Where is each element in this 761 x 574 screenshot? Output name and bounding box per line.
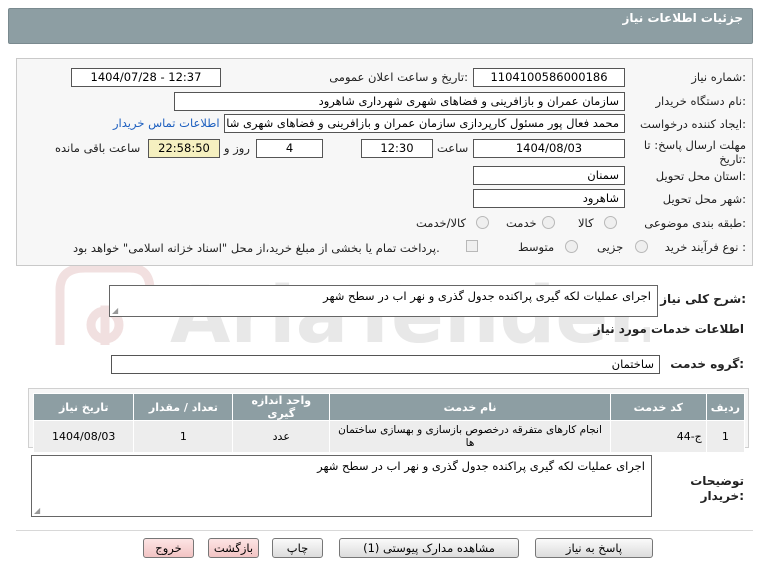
cell-code: ج-44 [609, 420, 707, 453]
cell-date: 1404/08/03 [32, 420, 135, 453]
summary-label: شرح کلی نیاز: [660, 292, 746, 306]
remaining-time-label: ساعت باقی مانده [55, 141, 141, 155]
remaining-time-field: 22:58:50 [148, 139, 220, 158]
page-title: جزئیات اطلاعات نیاز [622, 11, 743, 25]
table-header-row: ردیف کد خدمت نام خدمت واحد اندازه گیری ت… [32, 393, 746, 421]
treasury-payment-note: پرداخت تمام یا بخشی از مبلغ خرید،از محل … [73, 241, 440, 255]
buyer-contact-link[interactable]: اطلاعات تماس خریدار [113, 116, 220, 130]
treasury-payment-checkbox[interactable] [466, 240, 478, 252]
announce-label: تاریخ و ساعت اعلان عمومی: [329, 70, 468, 84]
process-medium-label: متوسط [518, 240, 555, 254]
process-medium-radio[interactable] [565, 240, 578, 253]
deadline-hour-label: ساعت [437, 141, 469, 155]
category-goods-label: کالا [578, 216, 594, 230]
deadline-time-field: 12:30 [361, 139, 433, 158]
city-field: شاهرود [473, 189, 625, 208]
deadline-date-label: تاریخ: [719, 152, 746, 166]
need-number-field: 1104100586000186 [473, 68, 625, 87]
service-group-field: ساختمان [111, 355, 660, 374]
resize-grip-icon[interactable]: ◢ [112, 306, 118, 315]
buyer-org-field: سازمان عمران و بازافرینی و فضاهای شهری ش… [174, 92, 625, 111]
need-number-label: شماره نیاز: [691, 70, 746, 84]
col-code-header: کد خدمت [609, 393, 707, 421]
deadline-label: مهلت ارسال پاسخ: تا [643, 138, 746, 152]
requester-field: محمد فعال پور مسئول کارپردازی سازمان عمر… [224, 114, 625, 133]
cell-row: 1 [705, 420, 746, 453]
requester-label: ایجاد کننده درخواست: [640, 117, 746, 131]
buyer-org-label: نام دستگاه خریدار: [655, 94, 746, 108]
exit-button[interactable]: خروج [143, 538, 194, 558]
category-goods-service-radio[interactable] [476, 216, 489, 229]
category-label: طبقه بندی موضوعی: [644, 216, 746, 230]
process-minor-radio[interactable] [635, 240, 648, 253]
col-name-header: نام خدمت [329, 393, 611, 421]
announce-datetime-field: 1404/07/28 - 12:37 [71, 68, 221, 87]
reply-button[interactable]: پاسخ به نیاز [535, 538, 653, 558]
col-date-header: تاریخ نیاز [32, 393, 135, 421]
cell-qty: 1 [133, 420, 234, 453]
cell-name: انجام کارهای متفرقه درخصوص بازسازی و بهس… [329, 420, 611, 453]
services-table: ردیف کد خدمت نام خدمت واحد اندازه گیری ت… [32, 393, 746, 453]
col-qty-header: تعداد / مقدار [133, 393, 234, 421]
summary-textbox: اجرای عملیات لکه گیری پراکنده جدول گذری … [109, 285, 658, 317]
cell-unit: عدد [232, 420, 331, 453]
info-panel [16, 58, 753, 266]
description-text: اجرای عملیات لکه گیری پراکنده جدول گذری … [317, 459, 645, 473]
services-section-title: اطلاعات خدمات مورد نیاز [593, 322, 744, 336]
process-label: نوع فرآیند خرید : [664, 240, 746, 254]
days-remaining-field: 4 [256, 139, 323, 158]
resize-grip-icon[interactable]: ◢ [34, 506, 40, 515]
process-minor-label: جزیی [597, 240, 624, 254]
col-row-header: ردیف [705, 393, 746, 421]
table-row: 1 ج-44 انجام کارهای متفرقه درخصوص بازساز… [32, 420, 746, 453]
col-unit-header: واحد اندازه گیری [232, 393, 331, 421]
province-field: سمنان [473, 166, 625, 185]
province-label: استان محل تحویل: [655, 169, 746, 183]
attachments-button[interactable]: مشاهده مدارک پیوستی (1) [339, 538, 519, 558]
city-label: شهر محل تحویل: [662, 192, 746, 206]
category-service-label: خدمت [506, 216, 537, 230]
category-goods-service-label: کالا/خدمت [416, 216, 467, 230]
description-label-2: خریدار: [700, 489, 744, 503]
category-service-radio[interactable] [542, 216, 555, 229]
category-goods-radio[interactable] [604, 216, 617, 229]
back-button[interactable]: بازگشت [208, 538, 259, 558]
summary-text: اجرای عملیات لکه گیری پراکنده جدول گذری … [323, 289, 651, 303]
service-group-label: گروه خدمت: [670, 357, 744, 371]
description-textbox: اجرای عملیات لکه گیری پراکنده جدول گذری … [31, 455, 652, 517]
print-button[interactable]: چاپ [272, 538, 323, 558]
deadline-date-field: 1404/08/03 [473, 139, 625, 158]
description-label: توضیحات [690, 474, 744, 488]
days-label: روز و [224, 141, 250, 155]
